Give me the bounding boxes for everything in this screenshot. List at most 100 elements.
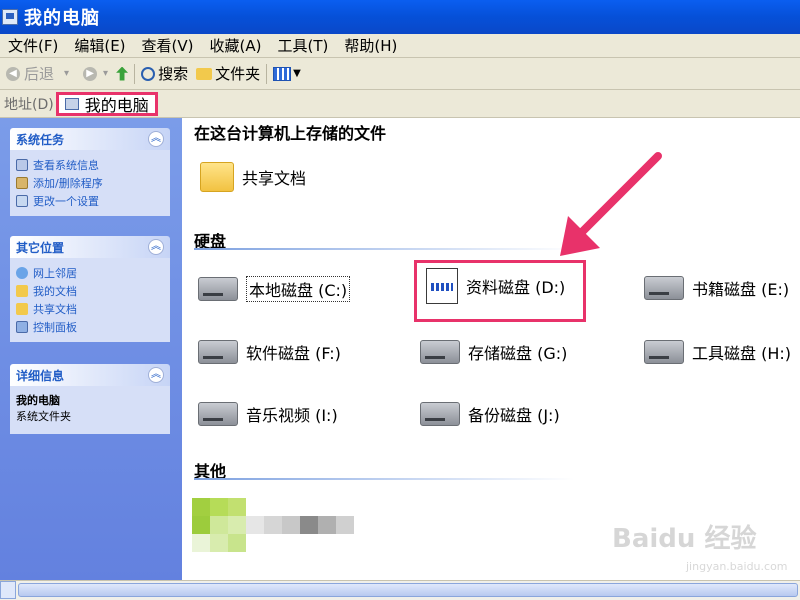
views-button[interactable]: ▼ bbox=[273, 66, 301, 81]
document-drive-icon bbox=[426, 268, 458, 304]
section-divider bbox=[194, 248, 574, 250]
hard-drive-icon bbox=[198, 340, 238, 364]
collapse-icon[interactable]: ︽ bbox=[148, 131, 164, 147]
forward-arrow-icon: ▶ bbox=[83, 66, 98, 81]
system-info-icon bbox=[16, 159, 28, 171]
details-header[interactable]: 详细信息 ︽ bbox=[10, 364, 170, 386]
menu-tools[interactable]: 工具(T) bbox=[277, 35, 328, 56]
details-title: 详细信息 bbox=[16, 368, 65, 383]
menu-view[interactable]: 查看(V) bbox=[142, 35, 194, 56]
hard-drive-icon bbox=[420, 340, 460, 364]
drive-label: 存储磁盘 (G:) bbox=[468, 344, 568, 363]
task-label: 更改一个设置 bbox=[33, 195, 99, 208]
address-bar: 地址(D) 我的电脑 bbox=[0, 90, 800, 118]
task-pane: 系统任务 ︽ 查看系统信息 添加/删除程序 更改一个设置 其它位置 ︽ 网上邻居… bbox=[0, 118, 182, 580]
watermark: Baidu 经验 bbox=[612, 524, 757, 554]
menu-bar: 文件(F) 编辑(E) 查看(V) 收藏(A) 工具(T) 帮助(H) bbox=[0, 34, 800, 58]
place-my-documents[interactable]: 我的文档 bbox=[16, 282, 164, 300]
hard-drive-icon bbox=[644, 276, 684, 300]
back-dropdown-icon[interactable]: ▾ bbox=[64, 68, 69, 79]
my-computer-small-icon bbox=[64, 97, 79, 110]
folder-icon bbox=[200, 162, 234, 192]
menu-favorites[interactable]: 收藏(A) bbox=[210, 35, 262, 56]
details-desc: 系统文件夹 bbox=[16, 410, 71, 423]
back-button[interactable]: ◀ 后退 ▾ bbox=[6, 63, 69, 84]
drive-j[interactable]: 备份磁盘 (J:) bbox=[420, 402, 560, 426]
place-label: 控制面板 bbox=[33, 321, 77, 334]
task-change-setting[interactable]: 更改一个设置 bbox=[16, 192, 164, 210]
menu-help[interactable]: 帮助(H) bbox=[344, 35, 397, 56]
drive-c[interactable]: 本地磁盘 (C:) bbox=[198, 276, 351, 302]
address-label: 地址(D) bbox=[4, 96, 54, 113]
add-remove-icon bbox=[16, 177, 28, 189]
address-value: 我的电脑 bbox=[84, 95, 149, 115]
hard-drive-icon bbox=[420, 402, 460, 426]
folder-icon bbox=[196, 67, 213, 80]
system-tasks-panel: 系统任务 ︽ 查看系统信息 添加/删除程序 更改一个设置 bbox=[10, 128, 170, 216]
network-icon bbox=[16, 267, 28, 279]
drive-label: 音乐视频 (I:) bbox=[246, 406, 338, 425]
back-arrow-icon: ◀ bbox=[6, 66, 20, 81]
horizontal-scrollbar[interactable] bbox=[0, 580, 800, 600]
drive-label: 工具磁盘 (H:) bbox=[692, 344, 791, 363]
drive-d[interactable]: 资料磁盘 (D:) bbox=[426, 268, 565, 304]
system-tasks-title: 系统任务 bbox=[16, 132, 65, 147]
hard-drive-icon bbox=[198, 277, 238, 301]
drive-h[interactable]: 工具磁盘 (H:) bbox=[644, 340, 791, 364]
title-bar[interactable]: 我的电脑 bbox=[0, 0, 800, 34]
menu-edit[interactable]: 编辑(E) bbox=[74, 35, 125, 56]
scroll-thumb[interactable] bbox=[18, 583, 798, 597]
back-label: 后退 bbox=[24, 65, 55, 83]
folders-button[interactable]: 文件夹 bbox=[196, 63, 260, 84]
forward-dropdown-icon[interactable]: ▾ bbox=[103, 68, 108, 79]
hard-drive-icon bbox=[198, 402, 238, 426]
collapse-icon[interactable]: ︽ bbox=[148, 239, 164, 255]
scroll-left-button[interactable] bbox=[0, 581, 16, 599]
task-view-system-info[interactable]: 查看系统信息 bbox=[16, 156, 164, 174]
task-label: 查看系统信息 bbox=[33, 159, 99, 172]
toolbar-separator-2 bbox=[266, 63, 268, 84]
place-control-panel[interactable]: 控制面板 bbox=[16, 318, 164, 336]
item-label: 共享文档 bbox=[242, 169, 307, 188]
control-panel-icon bbox=[16, 195, 28, 207]
content-pane: 在这台计算机上存储的文件 共享文档 硬盘 本地磁盘 (C:) 资料磁盘 (D:)… bbox=[182, 118, 800, 580]
other-places-title: 其它位置 bbox=[16, 240, 65, 255]
documents-folder-icon bbox=[16, 285, 28, 297]
task-label: 添加/删除程序 bbox=[33, 177, 103, 190]
search-button[interactable]: 搜索 bbox=[141, 63, 188, 84]
address-field[interactable]: 我的电脑 bbox=[55, 91, 158, 116]
blurred-item[interactable] bbox=[192, 498, 354, 552]
stored-files-heading: 在这台计算机上存储的文件 bbox=[194, 124, 387, 143]
my-computer-icon bbox=[2, 9, 18, 25]
hard-drive-icon bbox=[644, 340, 684, 364]
place-shared-documents[interactable]: 共享文档 bbox=[16, 300, 164, 318]
task-add-remove-programs[interactable]: 添加/删除程序 bbox=[16, 174, 164, 192]
forward-button[interactable]: ▶ ▾ bbox=[83, 66, 108, 81]
drive-label: 资料磁盘 (D:) bbox=[466, 278, 566, 297]
pointer-arrow bbox=[560, 152, 662, 256]
section-divider bbox=[194, 478, 574, 480]
search-label: 搜索 bbox=[158, 65, 189, 83]
shared-folder-icon bbox=[16, 303, 28, 315]
system-tasks-header[interactable]: 系统任务 ︽ bbox=[10, 128, 170, 150]
window: 我的电脑 文件(F) 编辑(E) 查看(V) 收藏(A) 工具(T) 帮助(H)… bbox=[0, 0, 800, 600]
shared-documents-item[interactable]: 共享文档 bbox=[200, 162, 306, 192]
views-icon bbox=[273, 66, 292, 81]
system-tasks-body: 查看系统信息 添加/删除程序 更改一个设置 bbox=[10, 150, 170, 216]
drive-g[interactable]: 存储磁盘 (G:) bbox=[420, 340, 567, 364]
menu-file[interactable]: 文件(F) bbox=[8, 35, 58, 56]
details-name: 我的电脑 bbox=[16, 394, 60, 407]
views-dropdown-icon: ▼ bbox=[293, 68, 301, 79]
place-network[interactable]: 网上邻居 bbox=[16, 264, 164, 282]
control-panel-icon bbox=[16, 321, 28, 333]
collapse-icon[interactable]: ︽ bbox=[148, 367, 164, 383]
other-places-panel: 其它位置 ︽ 网上邻居 我的文档 共享文档 控制面板 bbox=[10, 236, 170, 342]
drive-e[interactable]: 书籍磁盘 (E:) bbox=[644, 276, 789, 300]
folders-label: 文件夹 bbox=[215, 65, 261, 83]
drive-i[interactable]: 音乐视频 (I:) bbox=[198, 402, 338, 426]
details-body: 我的电脑 系统文件夹 bbox=[10, 386, 170, 434]
other-places-header[interactable]: 其它位置 ︽ bbox=[10, 236, 170, 258]
place-label: 我的文档 bbox=[33, 285, 77, 298]
up-folder-icon[interactable] bbox=[116, 66, 129, 81]
drive-f[interactable]: 软件磁盘 (F:) bbox=[198, 340, 341, 364]
